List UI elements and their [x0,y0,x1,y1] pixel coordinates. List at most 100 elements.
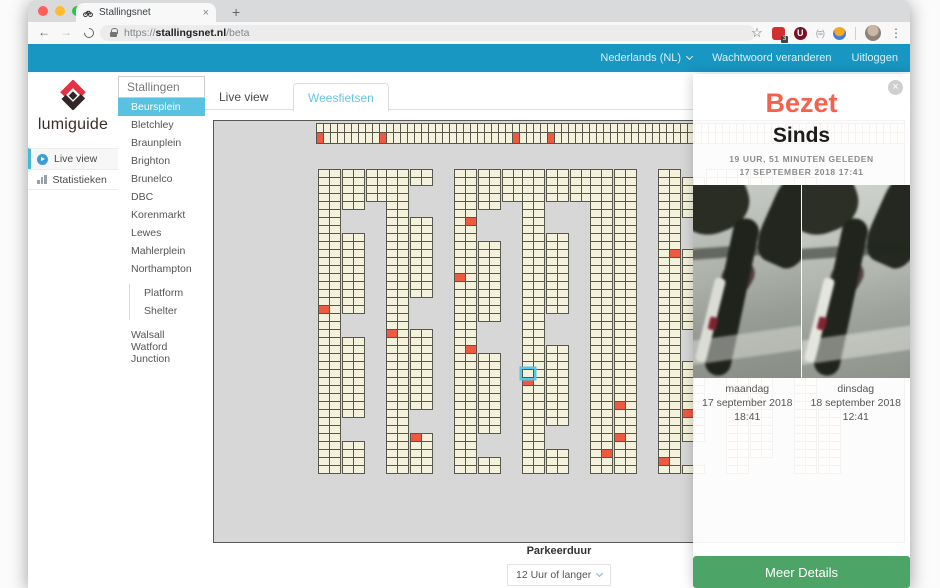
sidebar-item-live-view[interactable]: Live view [28,148,118,169]
parking-spot[interactable] [557,305,569,314]
parking-spot[interactable] [669,465,681,474]
stallingen-panel: Stallingen Beursplein Bletchley Braunple… [118,72,205,588]
stalling-item[interactable]: Brunelco [118,170,205,188]
parking-spot[interactable] [489,201,501,210]
extension-icon-2[interactable]: U [794,27,807,40]
spot-photo-1 [693,185,801,378]
browser-tab-strip: Stallingsnet × + [28,0,910,22]
photo-captions: maandag 17 september 2018 18:41 dinsdag … [693,382,910,424]
logout-link[interactable]: Uitloggen [852,52,898,64]
stalling-item[interactable]: Korenmarkt [118,206,205,224]
minimize-window-button[interactable] [55,6,65,16]
back-icon[interactable]: ← [38,25,50,39]
screenshot-root: Stallingsnet × + ← → https://stallingsne… [0,0,940,588]
sidebar: lumiguide Live view Statistieken [28,72,118,588]
forward-icon[interactable]: → [60,25,72,39]
tab-live-view[interactable]: Live view [205,83,282,110]
browser-toolbar: ← → https://stallingsnet.nl/beta ☆ 3 U (… [28,22,910,44]
parking-spot[interactable] [353,305,365,314]
stalling-children: Platform Shelter [129,284,205,320]
parkeerduur-select[interactable]: 12 Uur of langer [507,564,611,586]
sidebar-item-label: Statistieken [53,174,107,186]
extension-icon-1[interactable]: 3 [772,27,785,40]
chevron-down-icon [596,570,603,577]
status-bezet: Bezet [693,88,910,119]
since-timestamp: 17 SEPTEMBER 2018 17:41 [693,167,910,177]
language-dropdown[interactable]: Nederlands (NL) [600,52,692,64]
logo: lumiguide [28,72,118,134]
parking-spot-selected[interactable] [522,369,534,378]
language-label: Nederlands (NL) [600,52,681,64]
profile-avatar[interactable] [865,25,881,41]
sidebar-item-label: Live view [54,153,97,165]
parking-spot[interactable] [489,425,501,434]
parking-spot[interactable] [557,193,569,202]
refresh-icon[interactable] [82,26,96,40]
stalling-item[interactable]: Bletchley [118,116,205,134]
stalling-item-selected[interactable]: Beursplein [118,98,205,116]
photo-caption-2: dinsdag 18 september 2018 12:41 [802,382,911,424]
stalling-item[interactable]: Mahlerplein [118,242,205,260]
toolbar-divider [855,27,856,40]
parking-spot[interactable] [421,289,433,298]
browser-tab[interactable]: Stallingsnet × [76,3,216,22]
stalling-item[interactable]: Lewes [118,224,205,242]
close-icon[interactable]: × [888,80,903,95]
lumiguide-logo-icon [58,80,88,110]
bar-chart-icon [37,175,47,184]
parking-spot[interactable] [533,465,545,474]
photo-caption-1: maandag 17 september 2018 18:41 [693,382,802,424]
parking-spot[interactable] [557,417,569,426]
toolbar-right: ☆ 3 U (≡) ⋮ [751,22,902,44]
parking-spot[interactable] [489,465,501,474]
spot-photo-2 [802,185,910,378]
chevron-down-icon [686,53,693,60]
since-ago-text: 19 UUR, 51 MINUTEN GELEDEN [693,154,910,164]
new-tab-button[interactable]: + [226,2,246,22]
lock-icon [110,32,117,37]
parking-spot[interactable] [421,465,433,474]
address-bar[interactable]: https://stallingsnet.nl/beta [100,25,755,41]
parking-spot[interactable] [329,465,341,474]
parking-spot[interactable] [353,409,365,418]
stalling-item[interactable]: Northampton [118,260,205,278]
parking-spot[interactable] [465,465,477,474]
stalling-item[interactable]: Watford Junction [118,344,205,362]
extension-icon-3[interactable]: (≡) [816,28,824,38]
spot-photos [693,185,910,378]
url-text: https://stallingsnet.nl/beta [124,27,249,39]
parking-spot[interactable] [557,465,569,474]
parking-spot[interactable] [421,177,433,186]
spot-detail-panel: × Bezet Sinds 19 UUR, 51 MINUTEN GELEDEN… [693,74,910,588]
logo-text: lumiguide [28,116,118,134]
parking-spot[interactable] [489,313,501,322]
change-password-link[interactable]: Wachtwoord veranderen [712,52,831,64]
stalling-item[interactable]: DBC [118,188,205,206]
bookmark-star-icon[interactable]: ☆ [751,25,763,41]
parking-spot[interactable] [601,465,613,474]
since-label: Sinds [693,124,910,148]
browser-menu-icon[interactable]: ⋮ [890,26,902,40]
close-window-button[interactable] [38,6,48,16]
app-header: Nederlands (NL) Wachtwoord veranderen Ui… [28,44,910,72]
extension-icon-4[interactable] [833,27,846,40]
stalling-item-child[interactable]: Shelter [130,302,205,320]
parking-spot[interactable] [397,465,409,474]
extension-badge: 3 [781,36,787,43]
parking-spot[interactable] [421,401,433,410]
browser-window: Stallingsnet × + ← → https://stallingsne… [28,0,910,588]
parking-spot[interactable] [625,465,637,474]
sidebar-item-statistieken[interactable]: Statistieken [28,169,118,190]
parking-spot[interactable] [353,465,365,474]
parkeerduur-value: 12 Uur of langer [516,569,591,581]
stalling-item[interactable]: Braunplein [118,134,205,152]
tab-weesfietsen[interactable]: Weesfietsen [293,83,389,111]
stalling-item[interactable]: Brighton [118,152,205,170]
tab-close-icon[interactable]: × [203,7,209,19]
live-view-icon [37,154,48,165]
meer-details-button[interactable]: Meer Details [693,556,910,588]
parking-spot[interactable] [353,201,365,210]
tab-title: Stallingsnet [99,7,197,18]
stallingen-header: Stallingen [118,76,205,98]
stalling-item-child[interactable]: Platform [130,284,205,302]
